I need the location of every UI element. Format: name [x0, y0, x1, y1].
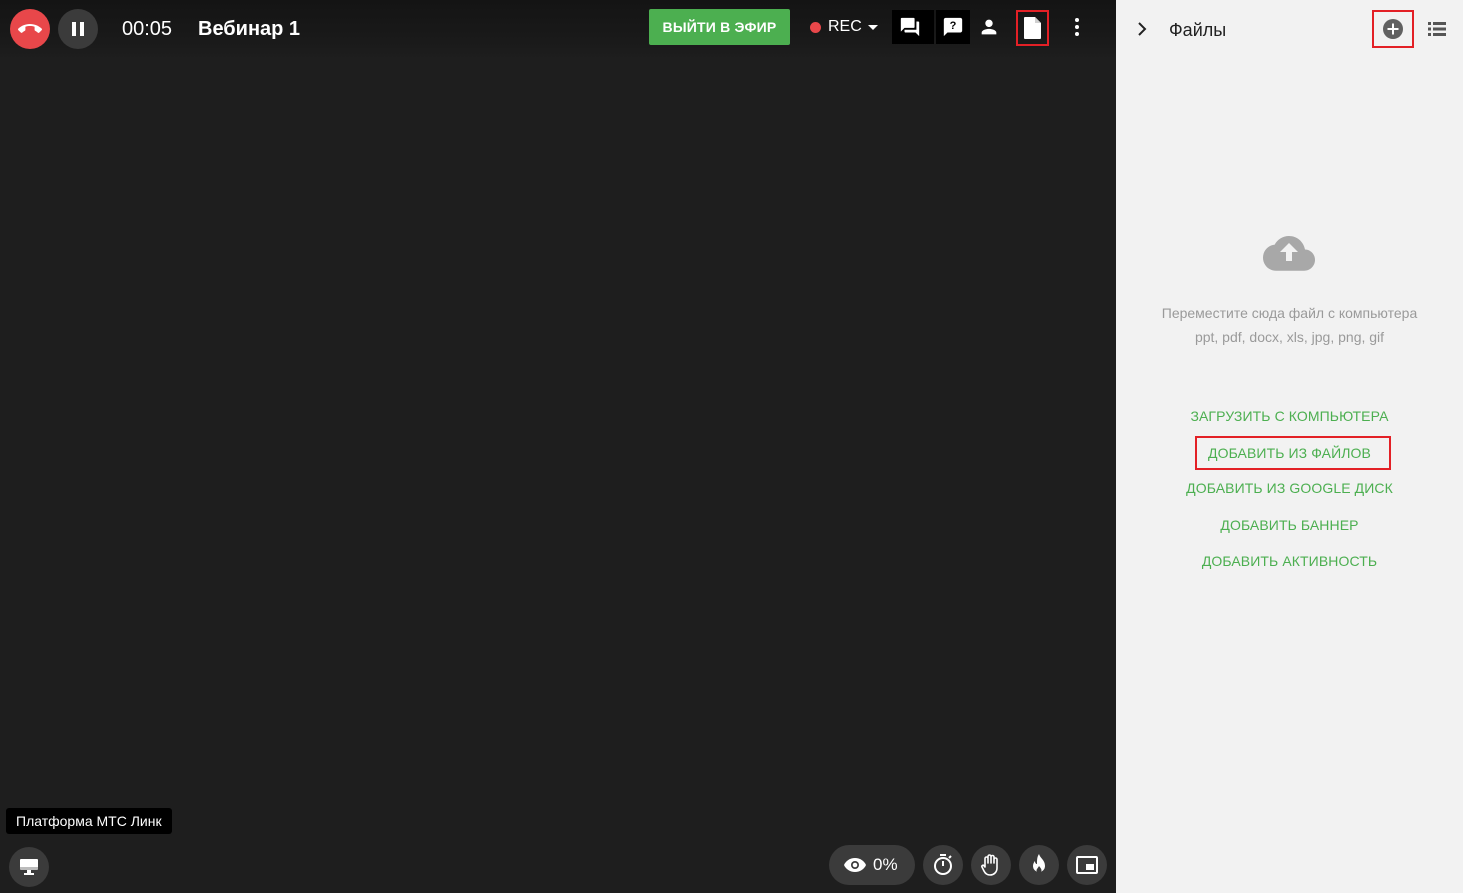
upload-from-computer-link[interactable]: ЗАГРУЗИТЬ С КОМПЬЮТЕРА — [1116, 407, 1463, 425]
record-dot-icon — [810, 21, 821, 33]
monitor-icon — [20, 859, 38, 875]
add-circle-icon — [1383, 19, 1403, 39]
more-options-button[interactable] — [1060, 10, 1094, 44]
screen-share-button[interactable] — [9, 847, 49, 887]
record-dropdown[interactable]: REC — [810, 16, 878, 38]
viewers-indicator[interactable]: 0% — [829, 845, 915, 885]
toolbar-divider — [928, 10, 934, 44]
chat-icon — [900, 17, 920, 37]
questions-button[interactable]: ? — [936, 10, 970, 44]
viewers-percent: 0% — [873, 855, 898, 874]
go-live-button[interactable]: ВЫЙТИ В ЭФИР — [649, 9, 790, 45]
picture-in-picture-button[interactable] — [1067, 845, 1107, 885]
platform-badge: Платформа МТС Линк — [6, 808, 172, 834]
files-button[interactable] — [1016, 10, 1049, 46]
supported-formats: ppt, pdf, docx, xls, jpg, png, gif — [1194, 329, 1385, 345]
collapse-panel-button[interactable] — [1132, 18, 1152, 40]
chevron-right-icon — [1138, 22, 1147, 36]
svg-text:?: ? — [950, 20, 957, 32]
files-panel: Файлы Переместите сюда файл с компьютера… — [1116, 0, 1463, 893]
webinar-title: Вебинар 1 — [198, 18, 301, 40]
end-call-button[interactable] — [10, 9, 50, 49]
hand-icon — [981, 854, 998, 876]
eye-icon — [844, 858, 866, 872]
question-icon: ? — [943, 17, 963, 37]
record-label: REC — [828, 18, 862, 35]
participants-button[interactable] — [972, 10, 1006, 44]
timer-button[interactable] — [923, 845, 963, 885]
drop-hint: Переместите сюда файл с компьютера — [1161, 305, 1418, 321]
file-icon — [1023, 17, 1041, 39]
more-vertical-icon — [1075, 18, 1079, 36]
stopwatch-icon — [934, 854, 952, 875]
raise-hand-button[interactable] — [971, 845, 1011, 885]
panel-title: Файлы — [1169, 20, 1227, 40]
add-banner-link[interactable]: ДОБАВИТЬ БАННЕР — [1116, 516, 1463, 534]
add-from-files-link[interactable]: ДОБАВИТЬ ИЗ ФАЙЛОВ — [1116, 444, 1463, 462]
add-file-button[interactable] — [1372, 10, 1414, 48]
fire-icon — [1033, 854, 1045, 873]
pause-button[interactable] — [58, 9, 98, 49]
chat-button[interactable] — [892, 10, 928, 44]
list-view-button[interactable] — [1425, 17, 1449, 41]
caret-down-icon — [867, 24, 878, 30]
picture-in-picture-icon — [1076, 856, 1098, 874]
person-icon — [981, 19, 997, 35]
webinar-stage: 00:05 Вебинар 1 ВЫЙТИ В ЭФИР REC ? Платф… — [0, 0, 1116, 893]
reactions-button[interactable] — [1019, 845, 1059, 885]
pause-icon — [72, 22, 84, 36]
cloud-upload-icon — [1263, 236, 1315, 271]
add-from-google-drive-link[interactable]: ДОБАВИТЬ ИЗ GOOGLE ДИСК — [1116, 479, 1463, 497]
phone-hangup-icon — [18, 24, 42, 33]
add-activity-link[interactable]: ДОБАВИТЬ АКТИВНОСТЬ — [1116, 552, 1463, 570]
list-view-icon — [1428, 22, 1446, 36]
webinar-timer: 00:05 — [122, 18, 173, 40]
